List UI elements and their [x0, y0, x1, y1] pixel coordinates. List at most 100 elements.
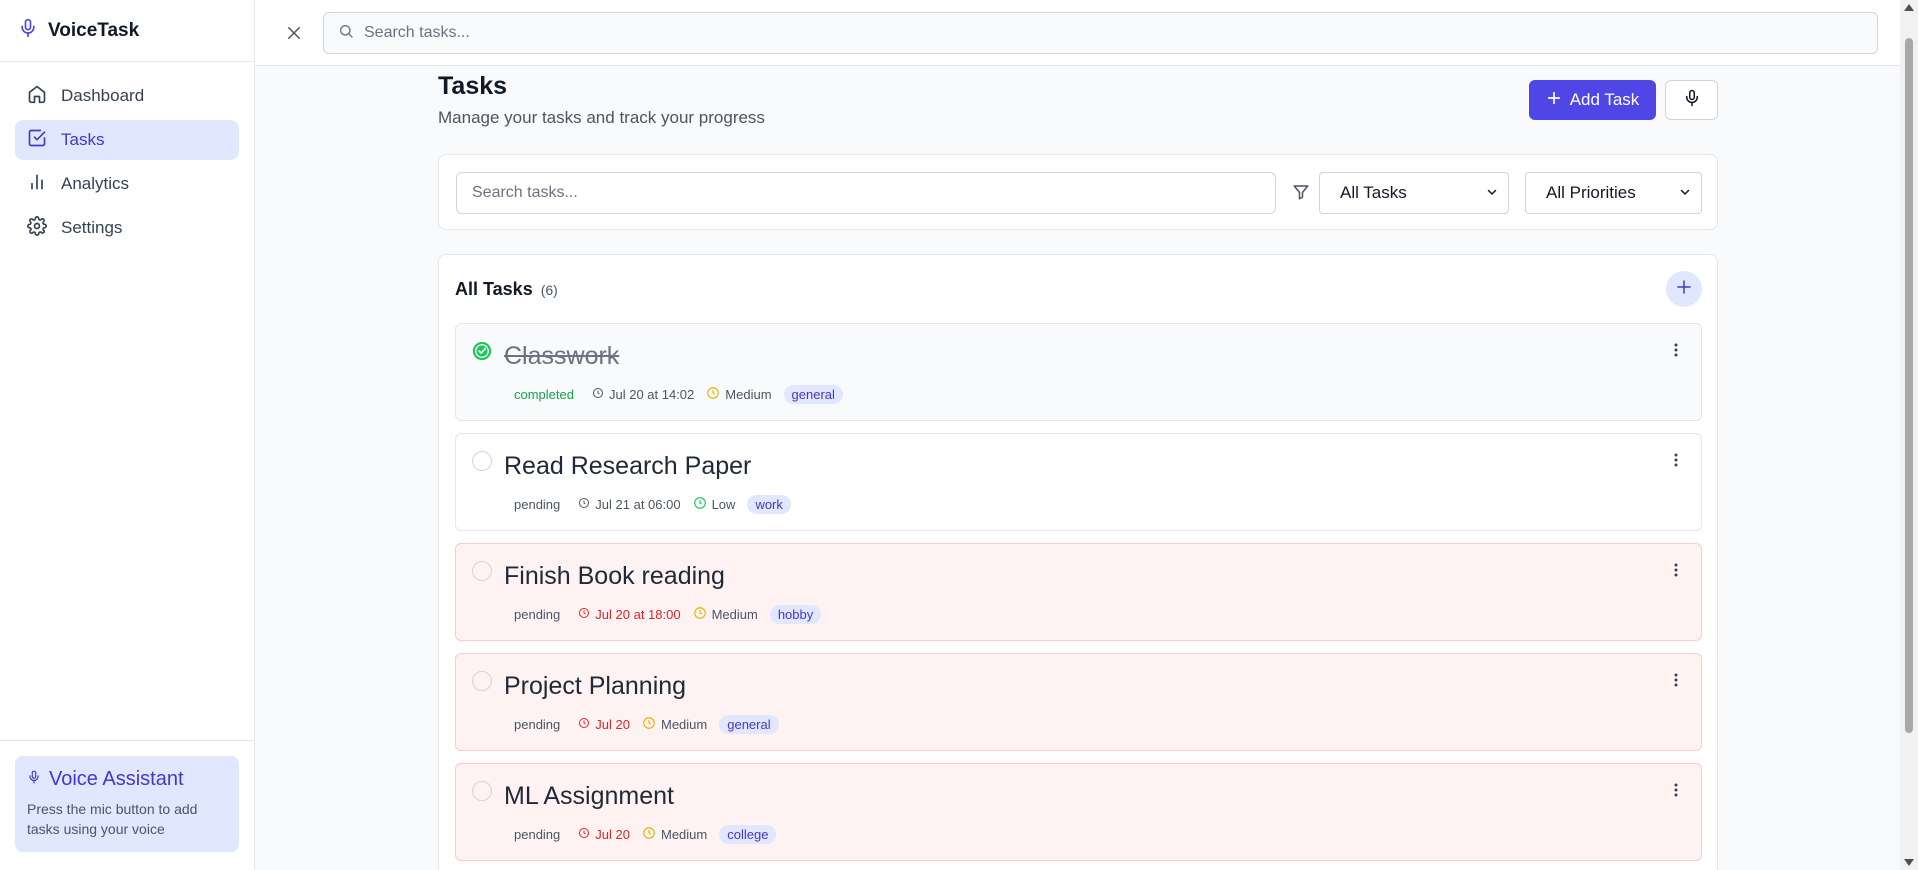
- clock-icon: [578, 607, 590, 622]
- task-search-input[interactable]: [472, 184, 1252, 202]
- status-filter-value: All Tasks: [1340, 183, 1407, 202]
- task-due: Jul 21 at 06:00: [595, 497, 681, 512]
- sidebar-item-analytics[interactable]: Analytics: [15, 164, 239, 204]
- task-status: pending: [514, 717, 561, 732]
- task-list-title: All Tasks: [455, 279, 533, 299]
- more-vertical-icon[interactable]: [1673, 342, 1679, 358]
- close-icon[interactable]: [285, 24, 303, 42]
- search-icon: [338, 23, 354, 44]
- task-status: pending: [514, 607, 561, 622]
- task-status: pending: [514, 497, 561, 512]
- sidebar-item-label: Tasks: [61, 130, 105, 149]
- priority-clock-icon: [693, 496, 707, 513]
- page-title: Tasks: [438, 72, 508, 100]
- task-status: completed: [514, 387, 574, 402]
- task-priority: Medium: [711, 607, 758, 622]
- sidebar-nav: Dashboard Tasks Analytics Settings: [0, 62, 254, 266]
- voice-assistant-panel: Voice Assistant Press the mic button to …: [0, 740, 254, 870]
- priority-clock-icon: [642, 716, 656, 733]
- sidebar-item-label: Dashboard: [61, 86, 145, 105]
- priority-filter-select[interactable]: All Priorities: [1525, 172, 1702, 214]
- task-title: ML Assignment: [504, 782, 674, 810]
- chevron-down-icon: [1679, 183, 1691, 203]
- status-filter-select[interactable]: All Tasks: [1319, 172, 1509, 214]
- more-vertical-icon[interactable]: [1673, 452, 1679, 468]
- task-title: Read Research Paper: [504, 452, 752, 480]
- plus-icon: [1546, 90, 1562, 111]
- home-icon: [27, 84, 47, 109]
- task-search: [456, 172, 1276, 214]
- task-priority: Medium: [660, 717, 708, 732]
- more-vertical-icon[interactable]: [1673, 672, 1679, 688]
- bar-chart-icon: [27, 172, 47, 197]
- task-item[interactable]: Read Research Paper pending Jul 21 at 06…: [455, 433, 1702, 531]
- more-vertical-icon[interactable]: [1673, 782, 1679, 798]
- mic-icon: [27, 768, 41, 791]
- add-task-label: Add Task: [1569, 90, 1640, 109]
- clock-icon: [578, 827, 590, 842]
- task-title: Finish Book reading: [504, 562, 725, 590]
- task-tag: hobby: [769, 605, 822, 624]
- circle-icon[interactable]: [472, 451, 492, 471]
- add-task-button[interactable]: Add Task: [1529, 80, 1656, 120]
- task-tag: work: [747, 495, 791, 514]
- voice-assistant-card: Voice Assistant Press the mic button to …: [15, 756, 239, 852]
- circle-icon[interactable]: [472, 781, 492, 801]
- clock-icon: [578, 497, 590, 512]
- task-due: Jul 20 at 14:02: [608, 387, 695, 402]
- more-vertical-icon[interactable]: [1673, 562, 1679, 578]
- brand[interactable]: VoiceTask: [0, 0, 254, 62]
- task-title: Project Planning: [504, 672, 687, 700]
- sidebar-item-label: Analytics: [61, 174, 130, 193]
- circle-icon[interactable]: [472, 561, 492, 581]
- task-item[interactable]: Project Planning pending Jul 20 Medium g…: [455, 653, 1702, 751]
- plus-icon: [1675, 278, 1693, 301]
- voice-input-button[interactable]: [1665, 80, 1718, 120]
- task-tag: general: [719, 715, 779, 734]
- page-scrollbar[interactable]: [1900, 0, 1918, 870]
- clock-icon: [578, 717, 590, 732]
- task-priority: Medium: [725, 387, 772, 402]
- gear-icon: [27, 215, 47, 241]
- global-search-input[interactable]: [364, 24, 1764, 42]
- task-count: (6): [540, 282, 558, 298]
- sidebar-item-dashboard[interactable]: Dashboard: [15, 76, 239, 116]
- mic-icon: [1683, 88, 1701, 113]
- sidebar-item-settings[interactable]: Settings: [15, 208, 239, 248]
- filter-bar: All Tasks All Priorities: [438, 154, 1718, 230]
- chevron-down-icon: [1486, 183, 1498, 203]
- sidebar-item-tasks[interactable]: Tasks: [15, 120, 239, 160]
- app-name: VoiceTask: [48, 19, 140, 41]
- task-status: pending: [514, 827, 561, 842]
- global-search: [323, 12, 1878, 54]
- task-item[interactable]: Finish Book reading pending Jul 20 at 18…: [455, 543, 1702, 641]
- task-priority: Low: [711, 497, 736, 512]
- sidebar: VoiceTask Dashboard Tasks Analytics Sett…: [0, 0, 255, 870]
- priority-clock-icon: [706, 386, 720, 403]
- priority-filter-value: All Priorities: [1546, 183, 1636, 202]
- priority-clock-icon: [642, 826, 656, 843]
- sidebar-item-label: Settings: [61, 218, 123, 237]
- checkbox-icon: [27, 128, 47, 153]
- check-circle-icon[interactable]: [472, 341, 492, 361]
- priority-clock-icon: [693, 606, 707, 623]
- mic-icon: [18, 17, 38, 44]
- filter-icon: [1292, 183, 1310, 206]
- task-due: Jul 20: [595, 717, 630, 732]
- task-due: Jul 20: [595, 827, 630, 842]
- scroll-down-arrow-icon[interactable]: [1904, 859, 1914, 866]
- page-subtitle: Manage your tasks and track your progres…: [438, 108, 765, 127]
- add-task-icon-button[interactable]: [1666, 271, 1702, 307]
- topbar: [255, 0, 1900, 66]
- scroll-up-arrow-icon[interactable]: [1904, 4, 1914, 11]
- task-priority: Medium: [660, 827, 708, 842]
- voice-assistant-title: Voice Assistant: [49, 768, 184, 790]
- task-tag: general: [783, 385, 843, 404]
- task-item[interactable]: ML Assignment pending Jul 20 Medium coll…: [455, 763, 1702, 861]
- task-tag: college: [719, 825, 777, 844]
- circle-icon[interactable]: [472, 671, 492, 691]
- task-due: Jul 20 at 18:00: [595, 607, 681, 622]
- task-title: Classwork: [504, 342, 620, 370]
- scrollbar-thumb[interactable]: [1905, 38, 1913, 733]
- task-item[interactable]: Classwork completed Jul 20 at 14:02 Medi…: [455, 323, 1702, 421]
